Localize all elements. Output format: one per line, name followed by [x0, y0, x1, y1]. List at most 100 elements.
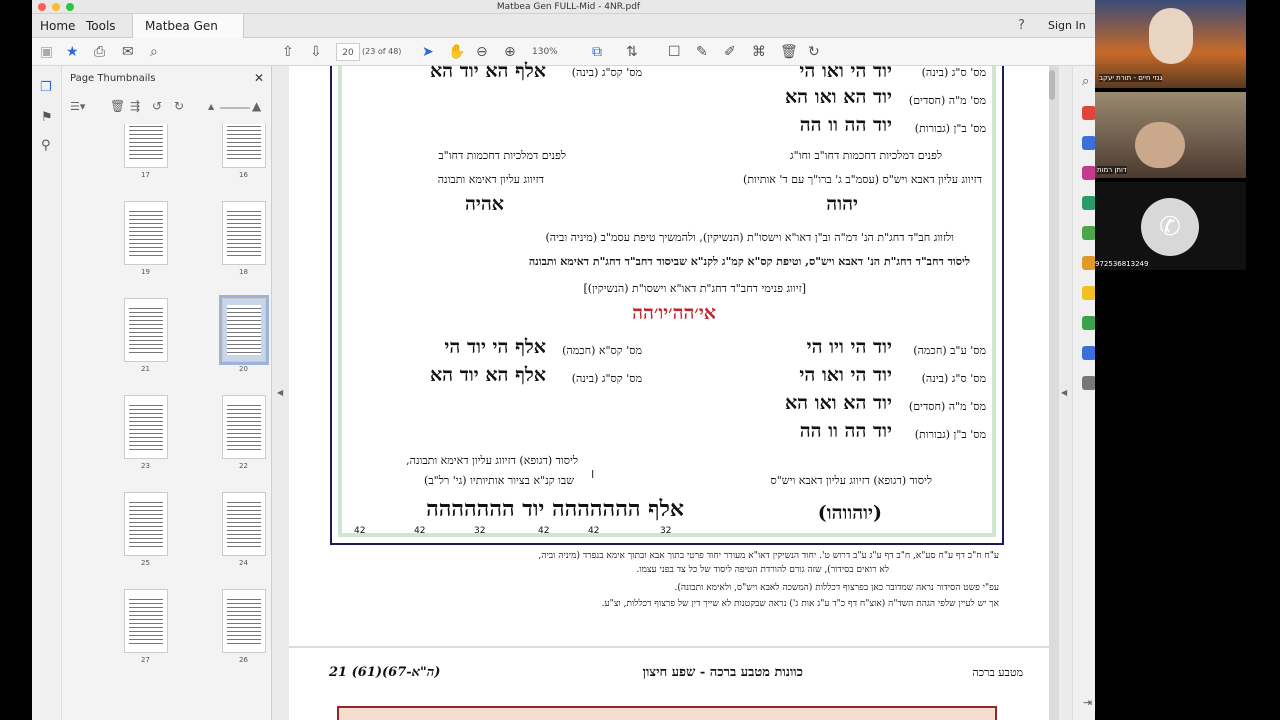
delete-icon[interactable]: 🗑 — [780, 43, 798, 61]
thumbnail-preview — [129, 596, 163, 646]
page-thumbnail[interactable] — [124, 589, 168, 653]
organize-pages-icon[interactable] — [1082, 226, 1096, 240]
label: מס' מ"ה (חסדים) — [908, 400, 986, 413]
redo-rotate-icon[interactable]: ↻ — [174, 99, 184, 113]
name-line: אלף הא יוד הא — [429, 60, 546, 82]
rotate-icon[interactable]: ↻ — [808, 43, 820, 61]
page-thumbnail[interactable] — [222, 589, 266, 653]
more-tools-icon[interactable] — [1082, 376, 1096, 390]
phone-icon: ✆ — [1141, 198, 1199, 256]
shrink-thumbs-icon[interactable]: ▲ — [208, 102, 214, 111]
page-thumbnail[interactable] — [222, 492, 266, 556]
enlarge-thumbs-icon[interactable]: ▲ — [252, 99, 261, 113]
save-icon[interactable]: ▣ — [40, 43, 53, 61]
video-tile-participant[interactable]: דותן רמות — [1095, 92, 1246, 178]
select-tool-icon[interactable]: ➤ — [422, 43, 434, 61]
text-line: לפנים דמלכיות דחכמות דחו"ב — [438, 149, 566, 162]
name-line: אלף הי יוד הי — [444, 336, 546, 358]
minimize-window-icon[interactable] — [52, 3, 60, 11]
tab-bar: Home Tools Matbea Gen FULL... ✕ ? Sign I… — [32, 14, 1105, 57]
print-production-icon[interactable] — [1082, 316, 1096, 330]
zoom-window-icon[interactable] — [66, 3, 74, 11]
thumb-size-slider[interactable] — [220, 107, 250, 109]
zoom-tool-icon[interactable]: ⌕ — [1082, 74, 1089, 89]
name-line: יוד הי ויו הי — [806, 336, 892, 358]
print-icon[interactable]: ⎙ — [94, 43, 105, 61]
page-thumbnail[interactable] — [219, 295, 269, 365]
zoom-in-icon[interactable]: ⊕ — [504, 43, 516, 61]
prev-page-icon[interactable]: ⇧ — [282, 43, 294, 61]
draw-icon[interactable]: ✐ — [724, 43, 736, 61]
attachments-icon[interactable]: ⚲ — [41, 138, 51, 153]
pdf-page: מס' ס"ג (בינה) יוד הי ואו הי מס' קס"ג (ב… — [289, 60, 1049, 646]
options-menu-icon[interactable]: ☰▾ — [70, 100, 85, 113]
export-pdf-icon[interactable] — [1082, 136, 1096, 150]
tab-tools[interactable]: Tools — [86, 14, 116, 38]
bookmark-star-icon[interactable]: ★ — [66, 43, 79, 61]
document-view[interactable]: מס' ס"ג (בינה) יוד הי ואו הי מס' קס"ג (ב… — [289, 60, 1059, 720]
help-icon[interactable]: ? — [1018, 14, 1025, 38]
video-tile-speaker[interactable]: גנזי חיים - תורת יעקב — [1095, 0, 1246, 88]
text-cursor-icon: I — [591, 468, 595, 481]
thumbnail-preview — [129, 499, 163, 549]
page-thumbnail[interactable] — [222, 395, 266, 459]
label: מס' מ"ה (חסדים) — [908, 94, 986, 107]
email-icon[interactable]: ✉ — [122, 43, 134, 61]
tab-document[interactable]: Matbea Gen FULL... ✕ — [132, 14, 244, 57]
comment-tool-icon[interactable] — [1082, 286, 1096, 300]
bracket-line: [זיווג פנימי דחב"ד דחג"ת דאו"א וישסו"ת (… — [583, 282, 806, 295]
scan-icon[interactable] — [1082, 256, 1096, 270]
page-thumbnail[interactable] — [124, 124, 168, 168]
delete-page-icon[interactable]: 🗑 — [110, 99, 125, 113]
pdf-app-window: Matbea Gen FULL-Mid - 4NR.pdf Home Tools… — [32, 0, 1105, 720]
title-bar: Matbea Gen FULL-Mid - 4NR.pdf — [32, 0, 1105, 14]
edit-pdf-icon[interactable] — [1082, 166, 1096, 180]
gematria-number: 32 — [660, 526, 672, 536]
thumbnails-icon[interactable]: ❐ — [40, 80, 52, 95]
collapse-gutter: ◀ — [272, 66, 289, 720]
create-pdf-icon[interactable] — [1082, 106, 1096, 120]
highlight-icon[interactable]: ✎ — [696, 43, 708, 61]
gematria-number: 42 — [538, 526, 550, 536]
name-line: אלף ההההההה יוד ההההההה — [426, 496, 684, 522]
hand-tool-icon[interactable]: ✋ — [448, 43, 465, 61]
tab-home[interactable]: Home — [40, 14, 75, 38]
page-thumbnail[interactable] — [124, 395, 168, 459]
expand-panel-icon[interactable]: ◀ — [1061, 388, 1067, 397]
bookmarks-icon[interactable]: ⚑ — [41, 110, 53, 125]
page-thumbnail[interactable] — [222, 124, 266, 168]
collapse-tools-icon[interactable]: ⇥ — [1083, 696, 1092, 709]
participant-video — [1149, 8, 1193, 64]
page-number-input[interactable]: 20 — [336, 43, 360, 61]
doc-scrollbar[interactable] — [1049, 70, 1055, 100]
undo-rotate-icon[interactable]: ↺ — [152, 99, 162, 113]
close-window-icon[interactable] — [38, 3, 46, 11]
zoom-out-icon[interactable]: ⊖ — [476, 43, 488, 61]
page-thumbnail[interactable] — [124, 201, 168, 265]
name-line: אלף הא יוד הא — [429, 364, 546, 386]
fit-page-icon[interactable]: ⧉ — [592, 43, 602, 61]
thumbnail-preview — [129, 305, 163, 355]
collapse-panel-icon[interactable]: ◀ — [277, 388, 283, 397]
thumbnail-label: 16 — [239, 171, 248, 179]
scroll-mode-icon[interactable]: ⇅ — [626, 43, 638, 61]
participant-video — [1135, 122, 1185, 168]
thumbnail-preview — [129, 208, 163, 258]
next-page-icon[interactable]: ⇩ — [310, 43, 322, 61]
stamp-icon[interactable]: ⌘ — [752, 43, 766, 61]
close-panel-icon[interactable]: ✕ — [254, 71, 264, 85]
thumbnail-label: 17 — [141, 171, 150, 179]
page-thumbnail[interactable] — [124, 492, 168, 556]
zoom-level[interactable]: 130% — [532, 43, 558, 61]
search-icon[interactable]: ⌕ — [150, 43, 158, 61]
combine-files-icon[interactable] — [1082, 196, 1096, 210]
extract-icon[interactable]: ⇶ — [130, 99, 140, 113]
comment-icon[interactable]: ☐ — [668, 43, 681, 61]
thumbnail-label: 23 — [141, 462, 150, 470]
video-tile-phone[interactable]: ✆ 972536813249 — [1095, 182, 1246, 270]
sign-in-button[interactable]: Sign In — [1048, 14, 1086, 38]
page-thumbnail[interactable] — [124, 298, 168, 362]
protect-icon[interactable] — [1082, 346, 1096, 360]
page-thumbnail[interactable] — [222, 201, 266, 265]
thumbnail-label: 19 — [141, 268, 150, 276]
